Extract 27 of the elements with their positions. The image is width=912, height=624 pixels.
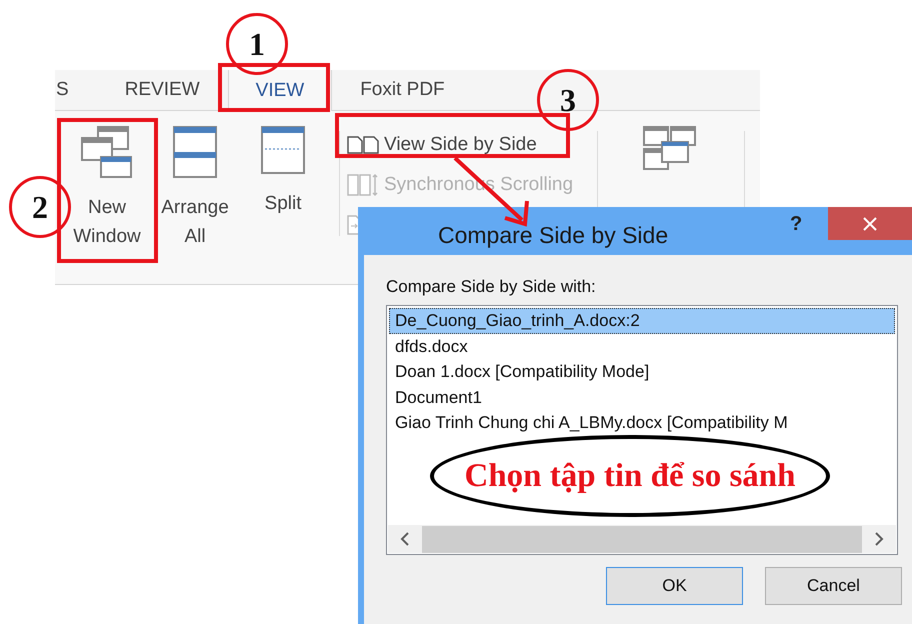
document-item[interactable]: dfds.docx xyxy=(389,334,895,359)
ribbon-tab[interactable]: Foxit PDF xyxy=(332,70,473,110)
step-marker: 3 xyxy=(537,69,599,131)
document-item[interactable]: Doan 1.docx [Compatibility Mode] xyxy=(389,359,895,384)
dialog-button[interactable]: OK xyxy=(606,567,743,605)
ribbon-tab[interactable]: REVIEW xyxy=(96,70,228,110)
stacked-panes-icon[interactable] xyxy=(172,125,218,179)
windows-icon[interactable] xyxy=(80,125,134,179)
windows-icon[interactable] xyxy=(642,125,698,173)
document-item[interactable]: De_Cuong_Giao_trinh_A.docx:2 xyxy=(389,308,895,334)
dialog-title: Compare Side by Side xyxy=(438,222,668,248)
help-button[interactable]: ? xyxy=(790,213,802,236)
split-pane-icon[interactable] xyxy=(260,125,306,175)
list-label: Compare Side by Side with: xyxy=(386,277,597,297)
ribbon-button-label[interactable]: Split xyxy=(243,189,323,218)
scrollbar-thumb[interactable] xyxy=(422,526,862,552)
document-item[interactable]: Giao Trinh Chung chi A_LBMy.docx [Compatibility M xyxy=(389,410,895,436)
close-icon xyxy=(863,216,877,230)
step-marker: 2 xyxy=(9,176,71,238)
dialog-button[interactable]: Cancel xyxy=(765,567,902,605)
horizontal-scrollbar[interactable] xyxy=(388,525,896,553)
ribbon-tab[interactable]: S xyxy=(55,70,97,110)
ribbon-button-label[interactable]: Arrange All xyxy=(155,193,235,251)
step-marker: 1 xyxy=(226,13,288,75)
close-button[interactable] xyxy=(828,207,912,240)
document-item[interactable]: Document1 xyxy=(389,384,895,410)
pages-icon[interactable] xyxy=(346,135,380,155)
